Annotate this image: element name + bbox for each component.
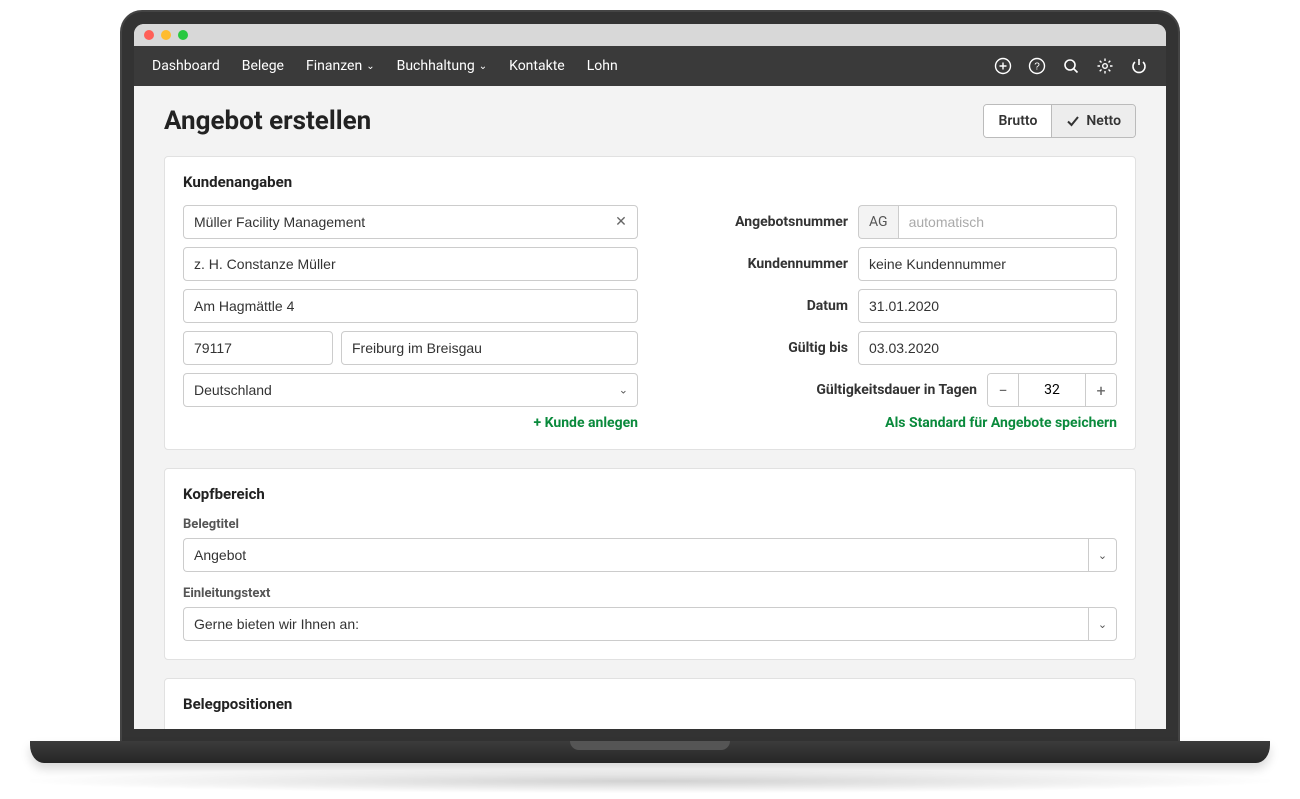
offer-number-label: Angebotsnummer bbox=[698, 214, 848, 230]
search-icon[interactable] bbox=[1062, 57, 1080, 75]
brutto-button[interactable]: Brutto bbox=[984, 105, 1051, 137]
chevron-down-icon: ⌄ bbox=[1098, 618, 1107, 631]
belegtitel-input[interactable] bbox=[183, 538, 1088, 572]
window-maximize-button[interactable] bbox=[178, 30, 188, 40]
help-icon[interactable]: ? bbox=[1028, 57, 1046, 75]
power-icon[interactable] bbox=[1130, 57, 1148, 75]
customer-name-input[interactable] bbox=[183, 205, 638, 239]
window-titlebar bbox=[134, 24, 1166, 46]
nav-dashboard[interactable]: Dashboard bbox=[152, 58, 220, 74]
chevron-down-icon: ⌄ bbox=[479, 61, 487, 72]
belegpositionen-card: Belegpositionen bbox=[164, 678, 1136, 729]
add-icon[interactable] bbox=[994, 57, 1012, 75]
contact-input[interactable] bbox=[183, 247, 638, 281]
save-as-default-link[interactable]: Als Standard für Angebote speichern bbox=[698, 415, 1117, 431]
gear-icon[interactable] bbox=[1096, 57, 1114, 75]
belegpositionen-heading: Belegpositionen bbox=[183, 695, 1117, 713]
city-input[interactable] bbox=[341, 331, 638, 365]
chevron-down-icon: ⌄ bbox=[1098, 549, 1107, 562]
valid-until-input[interactable] bbox=[858, 331, 1117, 365]
create-customer-link[interactable]: + Kunde anlegen bbox=[183, 415, 638, 431]
belegtitel-label: Belegtitel bbox=[183, 517, 1117, 532]
kundenangaben-heading: Kundenangaben bbox=[183, 173, 1117, 191]
nav-finanzen[interactable]: Finanzen⌄ bbox=[306, 58, 375, 74]
kopfbereich-heading: Kopfbereich bbox=[183, 485, 1117, 503]
nav-belege[interactable]: Belege bbox=[242, 58, 284, 74]
country-select[interactable] bbox=[183, 373, 638, 407]
gross-net-toggle: Brutto Netto bbox=[983, 104, 1136, 138]
offer-number-input[interactable] bbox=[898, 205, 1117, 239]
nav-kontakte[interactable]: Kontakte bbox=[509, 58, 565, 74]
kundenangaben-card: Kundenangaben ✕ bbox=[164, 156, 1136, 450]
date-label: Datum bbox=[698, 298, 848, 314]
valid-until-label: Gültig bis bbox=[698, 340, 848, 356]
offer-number-prefix: AG bbox=[858, 205, 898, 239]
belegtitel-dropdown-button[interactable]: ⌄ bbox=[1088, 538, 1117, 572]
zip-input[interactable] bbox=[183, 331, 333, 365]
validity-days-label: Gültigkeitsdauer in Tagen bbox=[698, 382, 977, 398]
stepper-increment-button[interactable]: + bbox=[1086, 374, 1116, 406]
einleitung-label: Einleitungstext bbox=[183, 586, 1117, 601]
nav-lohn[interactable]: Lohn bbox=[587, 58, 618, 74]
customer-number-input[interactable] bbox=[858, 247, 1117, 281]
check-icon bbox=[1066, 114, 1080, 128]
customer-number-label: Kundennummer bbox=[698, 256, 848, 272]
kopfbereich-card: Kopfbereich Belegtitel ⌄ Einleitungstext… bbox=[164, 468, 1136, 660]
einleitung-input[interactable] bbox=[183, 607, 1088, 641]
validity-days-stepper: − 32 + bbox=[987, 373, 1117, 407]
einleitung-dropdown-button[interactable]: ⌄ bbox=[1088, 607, 1117, 641]
nav-buchhaltung[interactable]: Buchhaltung⌄ bbox=[397, 58, 488, 74]
top-navbar: Dashboard Belege Finanzen⌄ Buchhaltung⌄ … bbox=[134, 46, 1166, 86]
stepper-value[interactable]: 32 bbox=[1018, 374, 1086, 406]
stepper-decrement-button[interactable]: − bbox=[988, 374, 1018, 406]
date-input[interactable] bbox=[858, 289, 1117, 323]
chevron-down-icon: ⌄ bbox=[366, 61, 374, 72]
window-minimize-button[interactable] bbox=[161, 30, 171, 40]
netto-button[interactable]: Netto bbox=[1051, 105, 1135, 137]
svg-text:?: ? bbox=[1034, 62, 1040, 73]
window-close-button[interactable] bbox=[144, 30, 154, 40]
clear-icon[interactable]: ✕ bbox=[612, 213, 630, 231]
page-title: Angebot erstellen bbox=[164, 106, 371, 136]
street-input[interactable] bbox=[183, 289, 638, 323]
